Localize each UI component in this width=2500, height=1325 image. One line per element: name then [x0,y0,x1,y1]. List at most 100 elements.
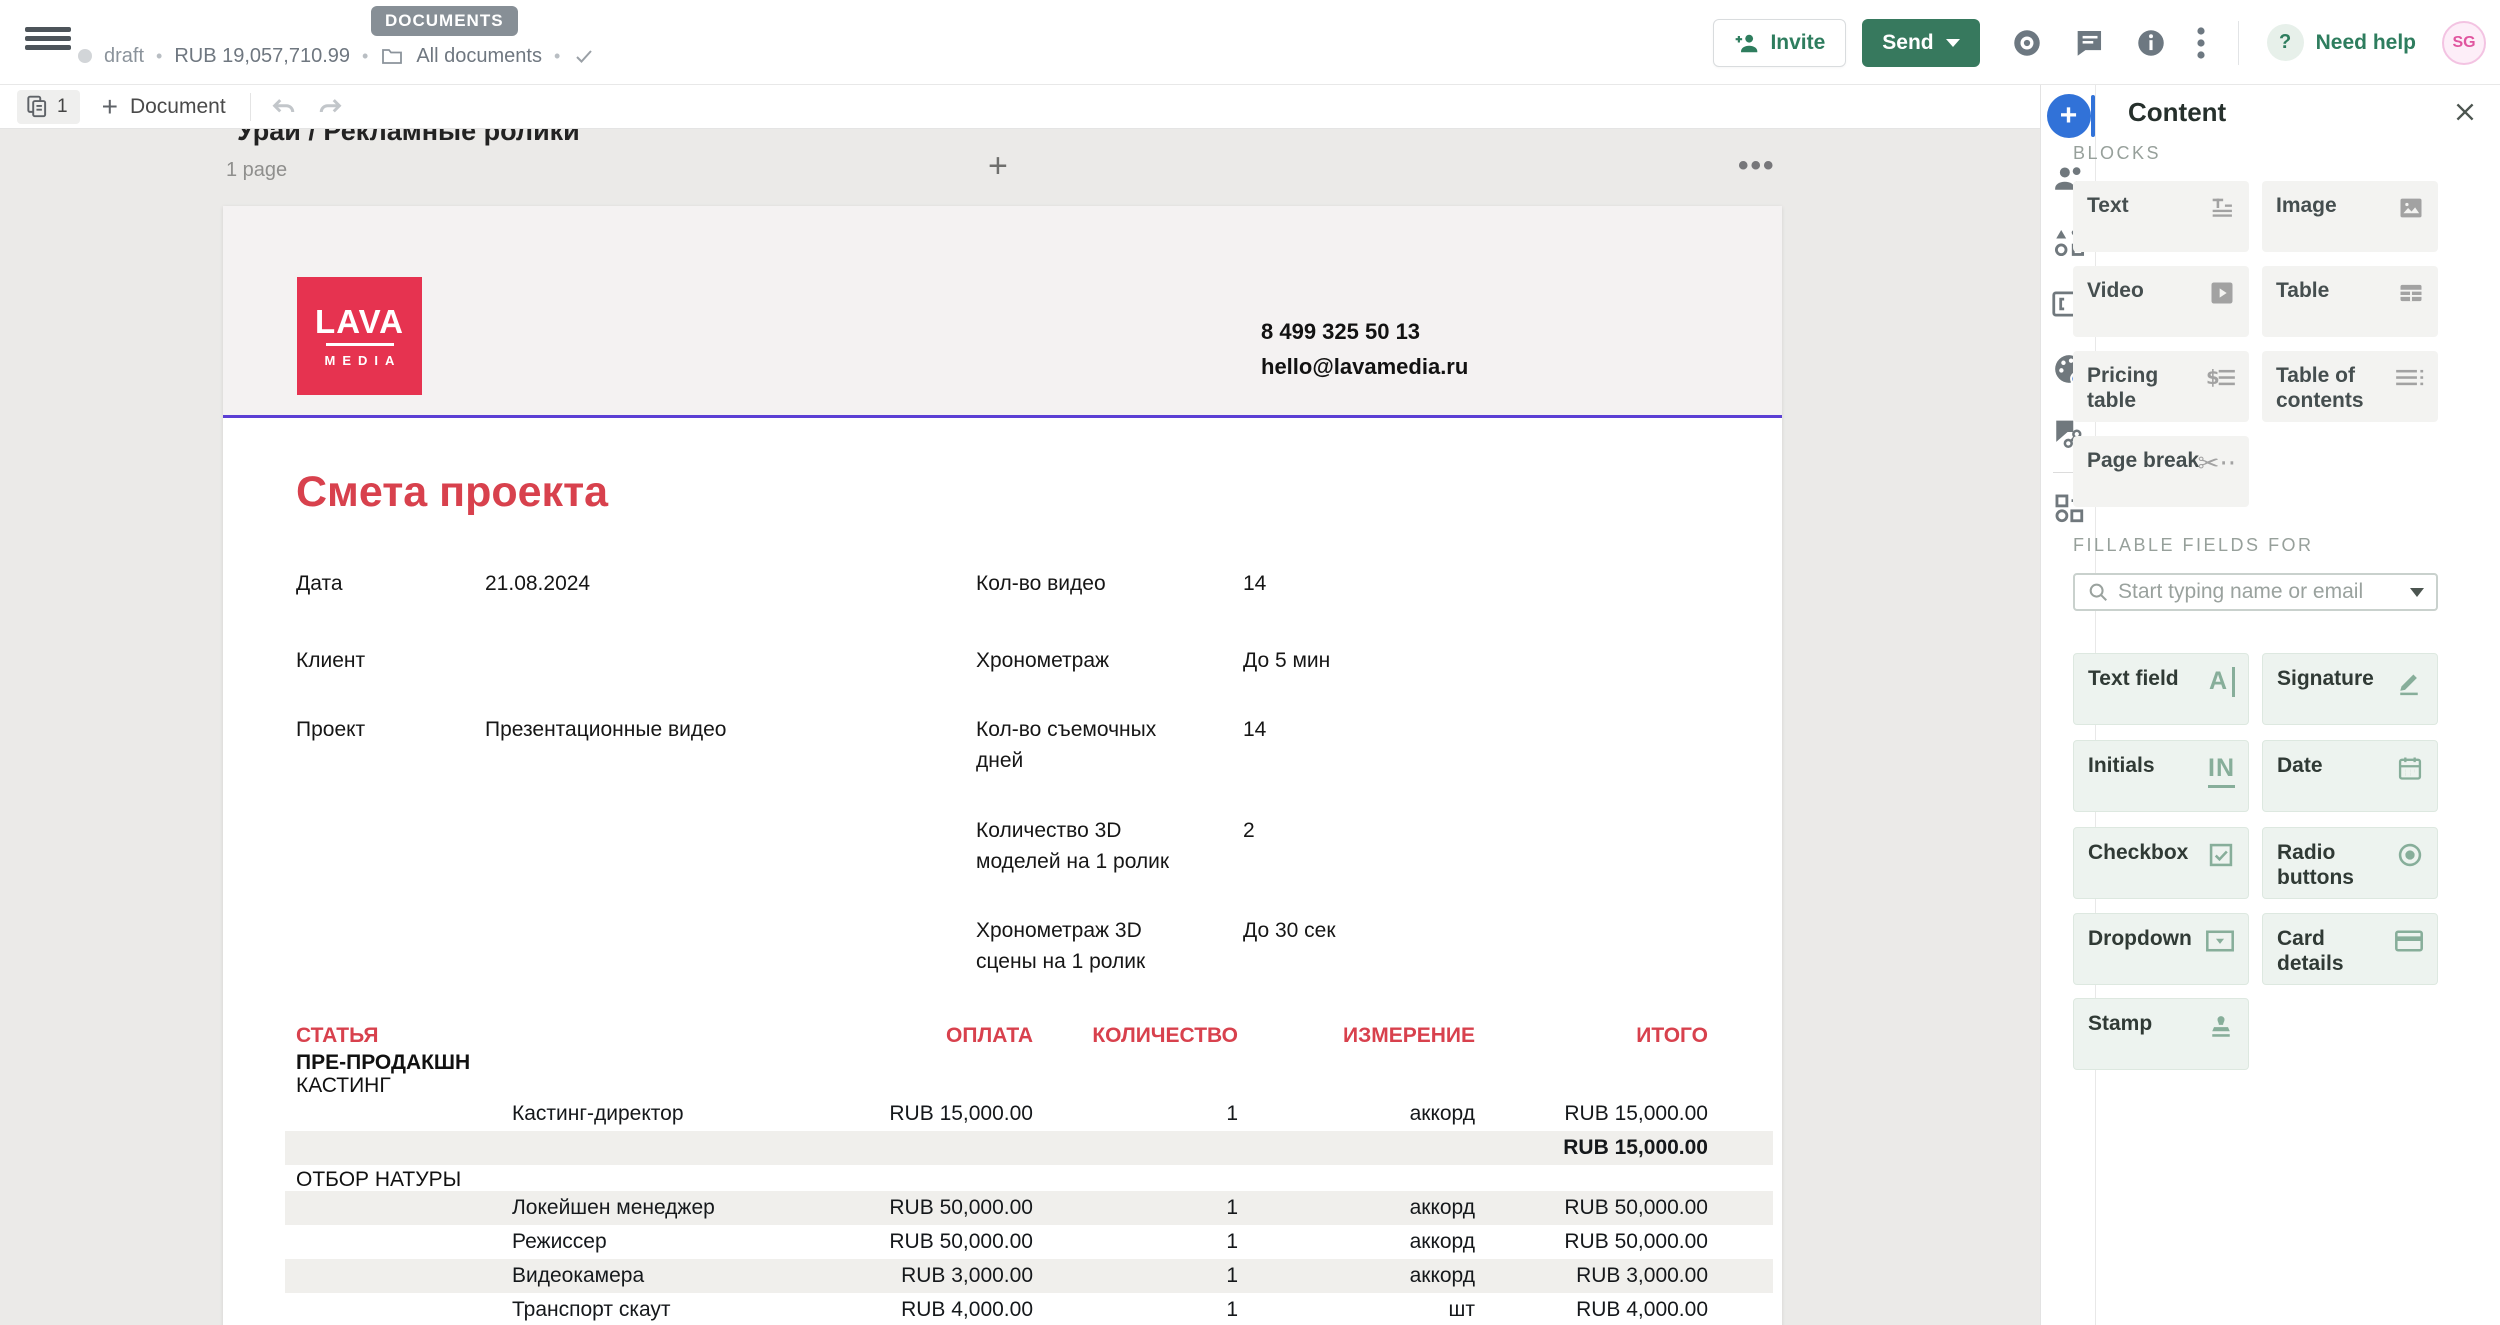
recipient-search[interactable] [2073,573,2438,611]
table-row: Транспорт скаут RUB 4,000.00 1 шт RUB 4,… [285,1293,1773,1325]
block-card-table[interactable]: Table [2262,266,2438,337]
topbar-actions: Invite Send ? Need help SG [1713,0,2486,85]
field-value: 21.08.2024 [485,568,590,599]
status-text: draft [104,45,144,68]
field-label: Дата [296,568,485,599]
send-button[interactable]: Send [1862,19,1979,67]
block-card-page-break[interactable]: Page break ✂·· [2073,436,2249,507]
field-card-stamp[interactable]: Stamp [2073,998,2249,1070]
field-value: 14 [1243,568,1266,599]
document-status-row: draft • RUB 19,057,710.99 • All document… [78,44,596,68]
dot-separator: • [362,46,368,67]
page-more-button[interactable]: ••• [1738,149,1776,183]
pages-icon [25,94,49,120]
table-subtotal-row: RUB 15,000.00 [285,1131,1773,1165]
field-client: Клиент [296,645,485,676]
status-dot-icon [78,49,92,63]
text-field-icon: A [2209,667,2235,697]
table-subsection-row: КАСТИНГ [223,1074,1782,1097]
block-card-table-of-contents[interactable]: Table of contents [2262,351,2438,422]
field-card-card-details[interactable]: Card details [2262,913,2438,985]
estimate-table[interactable]: СТАТЬЯ ОПЛАТА КОЛИЧЕСТВО ИЗМЕРЕНИЕ ИТОГО… [223,1021,1782,1325]
field-project: Проект Презентационные видео [296,714,726,745]
panel-title: Content [2128,97,2500,128]
col-header-unit: ИЗМЕРЕНИЕ [1238,1024,1475,1048]
initials-icon: IN [2208,754,2235,788]
field-card-checkbox[interactable]: Checkbox [2073,827,2249,899]
page-count-label: 1 page [226,159,287,182]
info-icon[interactable] [2134,26,2168,60]
folder-icon [380,44,404,68]
need-help-button[interactable]: ? Need help [2267,24,2416,61]
folder-link[interactable]: All documents [416,45,542,68]
invite-label: Invite [1770,31,1825,55]
col-header-name: СТАТЬЯ [296,1024,783,1048]
add-document-button[interactable]: + Document [102,95,226,119]
block-card-pricing-table[interactable]: Pricing table $ [2073,351,2249,422]
documents-badge: DOCUMENTS [371,6,518,36]
saved-check-icon [572,44,596,68]
date-icon [2396,754,2424,782]
add-content-icon[interactable]: + [2041,94,2096,138]
document-page[interactable]: LAVA MEDIA 8 499 325 50 13 hello@lavamed… [223,206,1782,1325]
plus-icon: + [102,97,118,117]
table-block-icon [2397,279,2425,307]
invite-button[interactable]: Invite [1713,19,1846,67]
dropdown-icon [2205,927,2235,955]
field-video-count: Кол-во видео 14 [976,568,1266,599]
undo-icon[interactable] [269,92,299,122]
block-card-video[interactable]: Video [2073,266,2249,337]
tabbar-divider [250,93,251,121]
document-title[interactable]: Урай / Рекламные ролики [237,129,580,147]
kebab-menu-icon[interactable] [2196,25,2206,61]
content-panel: + Content [2040,85,2500,1325]
chevron-down-icon [2410,588,2424,597]
page-break-block-icon: ✂·· [2198,449,2236,479]
invite-person-plus-icon [1734,30,1760,56]
recipient-search-input[interactable] [2118,580,2401,604]
block-card-text[interactable]: Text [2073,181,2249,252]
close-icon[interactable] [2452,99,2478,125]
dot-separator: • [554,46,560,67]
field-card-radio-buttons[interactable]: Radio buttons [2262,827,2438,899]
field-value: До 5 мин [1243,645,1330,676]
pricing-table-block-icon: $ [2206,364,2236,392]
col-header-rate: ОПЛАТА [783,1024,1033,1048]
fillable-fields-label: FILLABLE FIELDS FOR [2073,535,2314,556]
user-avatar[interactable]: SG [2442,21,2486,65]
document-tab[interactable]: 1 [17,90,80,124]
text-block-icon [2208,194,2236,222]
field-label: Хронометраж [976,645,1243,676]
field-card-dropdown[interactable]: Dropdown [2073,913,2249,985]
document-amount: RUB 19,057,710.99 [174,45,350,68]
field-card-signature[interactable]: Signature [2262,653,2438,725]
col-header-total: ИТОГО [1475,1024,1708,1048]
block-card-image[interactable]: Image [2262,181,2438,252]
logo-text-lava: LAVA [315,305,404,338]
radio-buttons-icon [2396,841,2424,869]
field-card-initials[interactable]: Initials IN [2073,740,2249,812]
video-block-icon [2208,279,2236,307]
field-value: 2 [1243,815,1255,877]
comments-icon[interactable] [2072,26,2106,60]
field-value: 14 [1243,714,1266,776]
add-page-button[interactable]: + [988,147,1008,186]
field-duration: Хронометраж До 5 мин [976,645,1330,676]
svg-text:$: $ [2206,366,2220,389]
table-row: Режиссер RUB 50,000.00 1 аккорд RUB 50,0… [285,1225,1773,1259]
top-bar: DOCUMENTS draft • RUB 19,057,710.99 • Al… [0,0,2500,85]
redo-icon[interactable] [315,92,345,122]
need-help-label: Need help [2316,31,2416,55]
topbar-divider [2238,21,2239,65]
table-row: Видеокамера RUB 3,000.00 1 аккорд RUB 3,… [285,1259,1773,1293]
hamburger-menu-icon[interactable] [25,27,71,49]
field-card-date[interactable]: Date [2262,740,2438,812]
field-label: Кол-во съемочных дней [976,714,1243,776]
preview-eye-icon[interactable] [2010,26,2044,60]
field-card-text-field[interactable]: Text field A [2073,653,2249,725]
field-value: До 30 сек [1243,915,1336,977]
contact-phone: 8 499 325 50 13 [1261,319,1468,344]
field-3d-models: Количество 3D моделей на 1 ролик 2 [976,815,1255,877]
field-value: Презентационные видео [485,714,726,745]
table-row: Кастинг-директор RUB 15,000.00 1 аккорд … [285,1097,1773,1131]
